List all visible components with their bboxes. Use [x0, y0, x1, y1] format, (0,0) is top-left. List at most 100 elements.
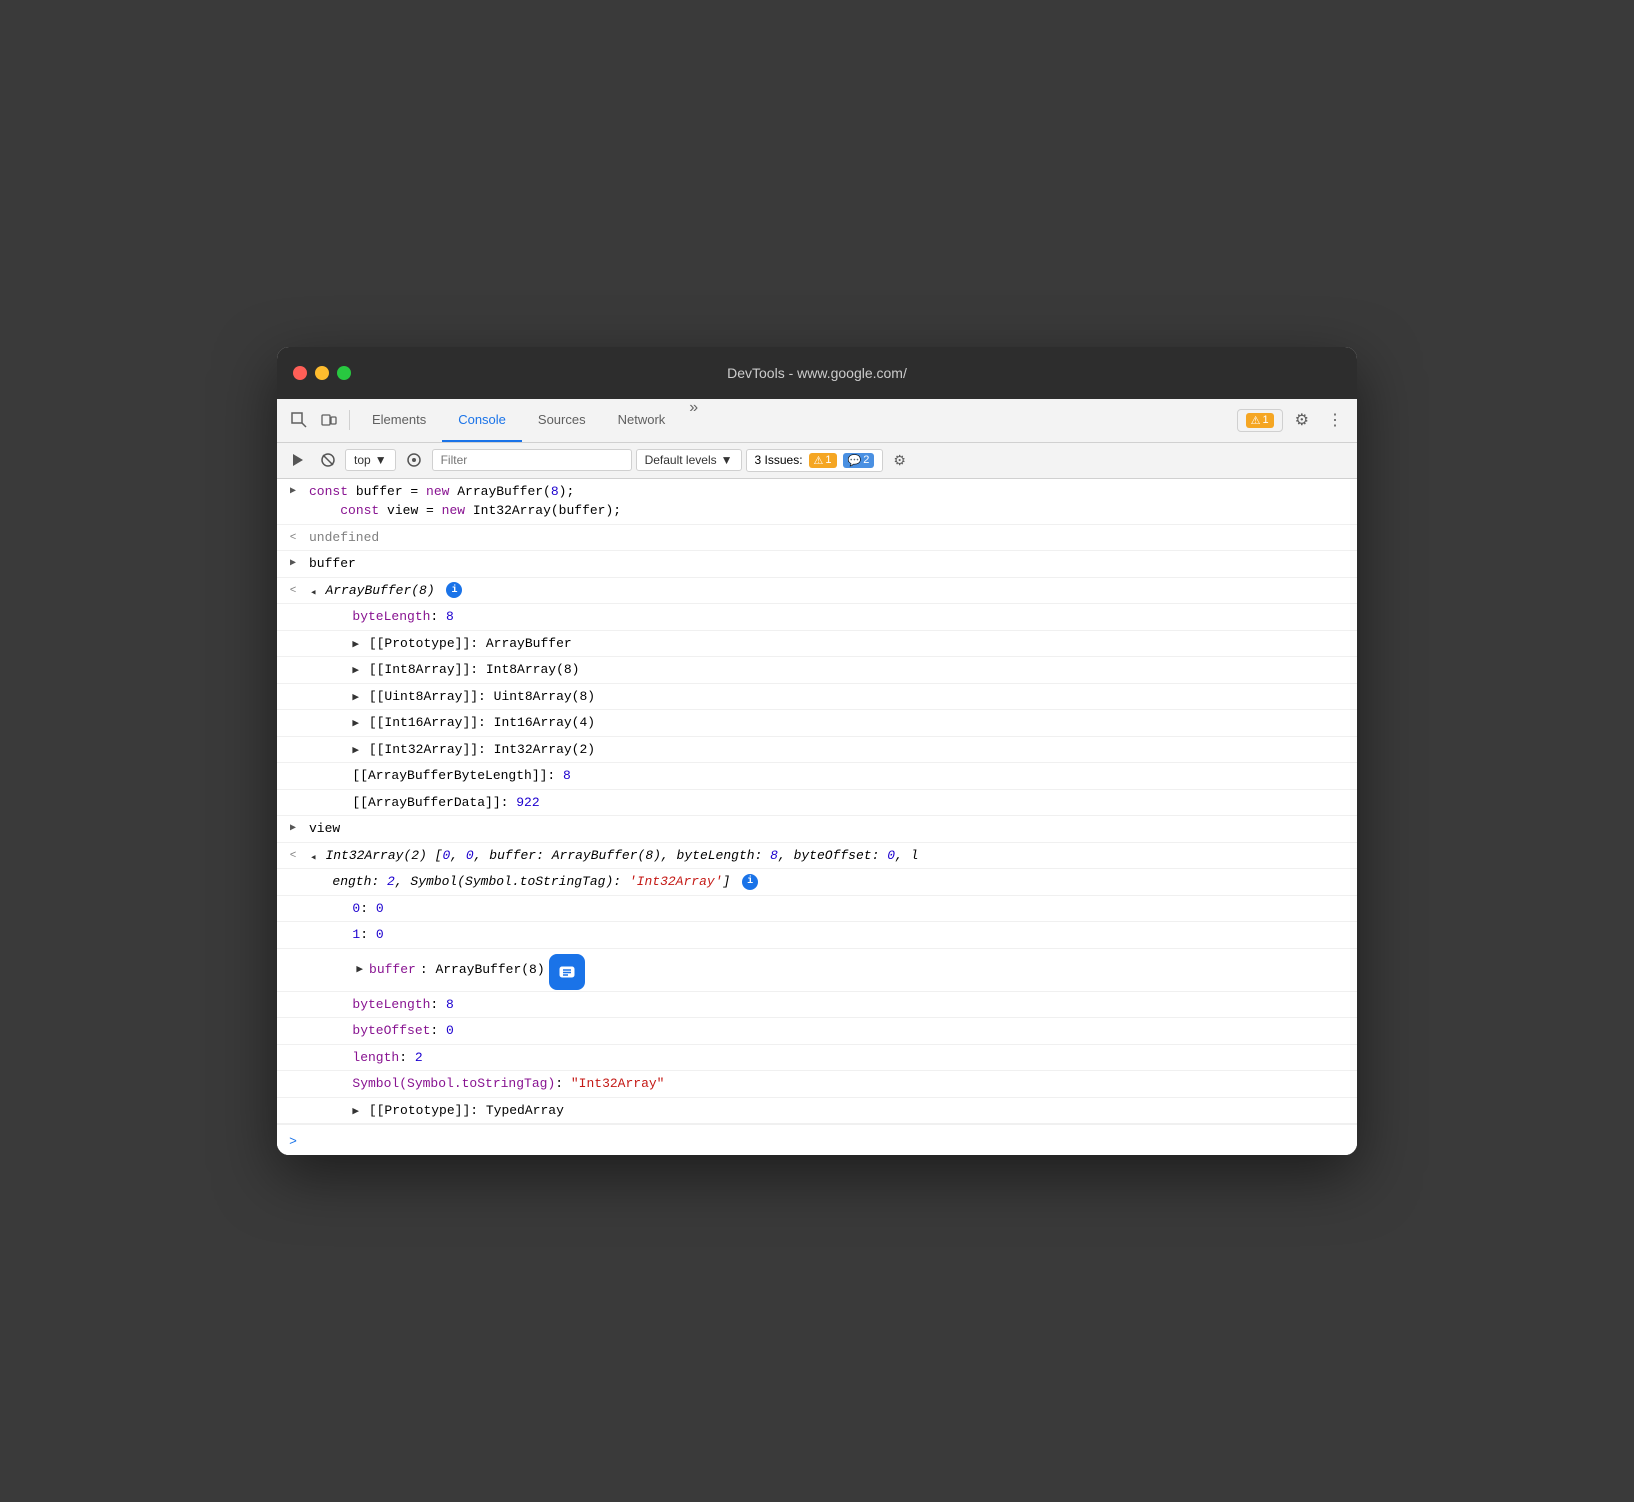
more-tabs-button[interactable]: » — [681, 399, 706, 442]
gutter-arrow-1[interactable]: ▶ — [277, 482, 309, 499]
view-byteOffset: byteOffset: 0 — [329, 1021, 1349, 1041]
clear-console-button[interactable] — [315, 450, 341, 470]
expand-int32[interactable]: ▶ — [352, 743, 359, 760]
close-button[interactable] — [293, 366, 307, 380]
gutter-child-6 — [297, 740, 329, 742]
console-issues[interactable]: 3 Issues: ⚠ 1 💬 2 — [746, 449, 884, 472]
issues-container[interactable]: ⚠ 1 — [1237, 409, 1283, 432]
console-entry-1: ▶ const buffer = new ArrayBuffer(8); con… — [277, 479, 1357, 525]
gutter-view-child-8 — [297, 1101, 329, 1103]
child-byteLength: byteLength: 8 — [329, 607, 1349, 627]
context-selector[interactable]: top ▼ — [345, 449, 396, 471]
view-child-symbol: Symbol(Symbol.toStringTag): "Int32Array" — [277, 1071, 1357, 1098]
gutter-view-child-1 — [297, 899, 329, 901]
child-int16: ▶ [[Int16Array]]: Int16Array(4) — [329, 713, 1349, 733]
issues-warning-badge: ⚠ 1 — [809, 453, 837, 468]
device-toggle-button[interactable] — [315, 408, 343, 432]
gutter-child-2 — [297, 634, 329, 636]
devtools-window: DevTools - www.google.com/ Elements — [277, 347, 1357, 1156]
console-output-view: ▾ Int32Array(2) [0, 0, buffer: ArrayBuff… — [309, 846, 1349, 866]
view-index-0: 0: 0 — [329, 899, 1349, 919]
child-prototype: ▶ [[Prototype]]: ArrayBuffer — [329, 634, 1349, 654]
view-buffer: ▶ buffer: ArrayBuffer(8) — [329, 952, 1349, 988]
issues-info-badge: 💬 2 — [843, 453, 875, 468]
warning-badge: ⚠ 1 — [1246, 413, 1274, 428]
levels-label: Default levels — [645, 453, 717, 467]
gutter-arrow-view[interactable]: ▶ — [277, 819, 309, 836]
child-bufferData: [[ArrayBufferData]]: 922 — [329, 793, 1349, 813]
console-entry-3: ▶ buffer — [277, 551, 1357, 578]
view-byteLength: byteLength: 8 — [329, 995, 1349, 1015]
expand-prototype[interactable]: ▶ — [352, 637, 359, 654]
prompt-icon: > — [277, 1132, 309, 1149]
tab-network[interactable]: Network — [602, 399, 682, 442]
console-entry-4: < ▾ ArrayBuffer(8) i — [277, 578, 1357, 605]
console-content: ▶ const buffer = new ArrayBuffer(8); con… — [277, 479, 1357, 1156]
console-entry-view-input: ▶ view — [277, 816, 1357, 843]
filter-input[interactable] — [432, 449, 632, 471]
tab-console[interactable]: Console — [442, 399, 522, 442]
expand-int16[interactable]: ▶ — [352, 716, 359, 733]
live-expressions-button[interactable] — [400, 449, 428, 471]
levels-arrow: ▼ — [721, 453, 733, 467]
gutter-child-7 — [297, 766, 329, 768]
cursor-tooltip-icon[interactable] — [549, 954, 585, 990]
expand-typed-array-proto[interactable]: ▶ — [352, 1104, 359, 1121]
traffic-lights — [293, 366, 351, 380]
inspect-element-button[interactable] — [285, 408, 313, 432]
view-child-1: 1: 0 — [277, 922, 1357, 949]
gutter-view-child-4 — [297, 995, 329, 997]
console-output-4: ▾ ArrayBuffer(8) i — [309, 581, 1349, 601]
view-child-byteLength: byteLength: 8 — [277, 992, 1357, 1019]
minimize-button[interactable] — [315, 366, 329, 380]
console-settings-button[interactable]: ⚙ — [887, 449, 912, 472]
view-index-1: 1: 0 — [329, 925, 1349, 945]
toolbar-right: ⚠ 1 ⚙ ⋮ — [1237, 406, 1349, 434]
expand-buffer-prop[interactable]: ▶ — [356, 962, 363, 979]
console-child-bufferByteLength: [[ArrayBufferByteLength]]: 8 — [277, 763, 1357, 790]
console-entry-view-output: < ▾ Int32Array(2) [0, 0, buffer: ArrayBu… — [277, 843, 1357, 870]
titlebar: DevTools - www.google.com/ — [277, 347, 1357, 399]
settings-button[interactable]: ⚙ — [1289, 406, 1315, 434]
gutter-view-child-5 — [297, 1021, 329, 1023]
levels-selector[interactable]: Default levels ▼ — [636, 449, 742, 471]
gutter-view-child-2 — [297, 925, 329, 927]
console-code-1: const buffer = new ArrayBuffer(8); const… — [309, 482, 1349, 521]
info-icon-arraybuffer[interactable]: i — [446, 582, 462, 598]
maximize-button[interactable] — [337, 366, 351, 380]
tab-sources[interactable]: Sources — [522, 399, 602, 442]
issues-text: 3 Issues: — [755, 453, 803, 467]
console-prompt: > — [277, 1124, 1357, 1155]
gutter-arrow-3[interactable]: ▶ — [277, 554, 309, 571]
devtools-body: Elements Console Sources Network » ⚠ 1 ⚙ — [277, 399, 1357, 1156]
console-child-prototype: ▶ [[Prototype]]: ArrayBuffer — [277, 631, 1357, 658]
toolbar-divider — [349, 410, 350, 430]
gutter-child-1 — [297, 607, 329, 609]
info-icon-int32array[interactable]: i — [742, 874, 758, 890]
execute-button[interactable] — [285, 450, 311, 470]
console-output-2: undefined — [309, 528, 1349, 548]
gutter-view-child-7 — [297, 1074, 329, 1076]
tab-bar: Elements Console Sources Network » — [356, 399, 1235, 442]
tab-elements[interactable]: Elements — [356, 399, 442, 442]
view-child-0: 0: 0 — [277, 896, 1357, 923]
console-code-3: buffer — [309, 554, 1349, 574]
gutter-child-8 — [297, 793, 329, 795]
expand-int8[interactable]: ▶ — [352, 663, 359, 680]
view-child-buffer: ▶ buffer: ArrayBuffer(8) — [277, 949, 1357, 992]
more-options-button[interactable]: ⋮ — [1321, 406, 1349, 434]
console-child-byteLength: byteLength: 8 — [277, 604, 1357, 631]
view-symbol: Symbol(Symbol.toStringTag): "Int32Array" — [329, 1074, 1349, 1094]
console-child-bufferData: [[ArrayBufferData]]: 922 — [277, 790, 1357, 817]
child-bufferByteLength: [[ArrayBufferByteLength]]: 8 — [329, 766, 1349, 786]
expand-uint8[interactable]: ▶ — [352, 690, 359, 707]
context-label: top — [354, 453, 371, 467]
expand-int32array[interactable]: ▾ — [304, 854, 321, 861]
view-length: length: 2 — [329, 1048, 1349, 1068]
prompt-cursor[interactable] — [309, 1131, 1349, 1149]
view-child-length: length: 2 — [277, 1045, 1357, 1072]
gutter-view-child-6 — [297, 1048, 329, 1050]
expand-arraybuffer[interactable]: ▾ — [304, 589, 321, 596]
gutter-2: < — [277, 528, 309, 547]
window-title: DevTools - www.google.com/ — [727, 365, 907, 381]
